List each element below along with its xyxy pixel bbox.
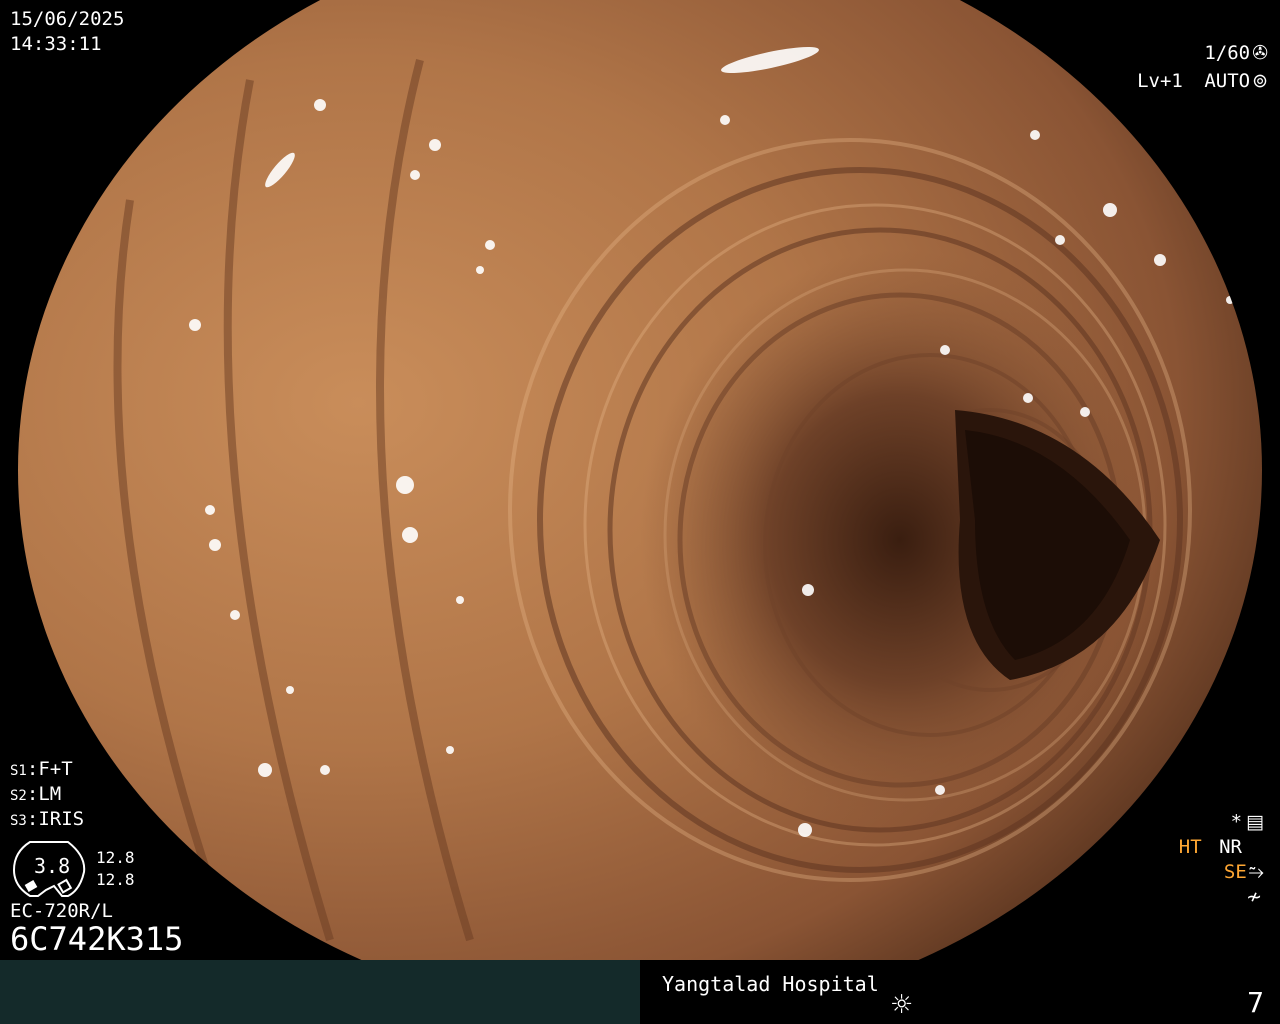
auto-iris-icon: ⊚: [1252, 70, 1268, 92]
enhance-icon: ⥲: [1248, 861, 1264, 883]
scope-serial: 6C742K315: [10, 920, 184, 958]
setting-s2: S2:LM: [10, 783, 62, 805]
date-label: 15/06/2025: [10, 8, 125, 30]
setting-value: LM: [38, 783, 62, 805]
status-row-4: ≁: [1246, 886, 1262, 908]
gauge-value: 3.8: [34, 854, 71, 878]
sun-icon: ☼: [890, 990, 914, 1020]
gauge-right-top: 12.8: [96, 848, 135, 867]
setting-key: S3: [10, 813, 27, 829]
ht-indicator: HT: [1178, 836, 1202, 858]
settings-icon: ▤: [1246, 811, 1264, 833]
bottom-bar-left: [0, 960, 640, 1024]
aperture-icon: ✇: [1252, 42, 1268, 64]
setting-s1: S1:F+T: [10, 758, 73, 780]
setting-s3: S3:IRIS: [10, 808, 85, 830]
bottom-bar-right: Yangtalad Hospital ☼ 7: [640, 960, 1280, 1024]
shutter-display: 1/60 ✇: [1204, 42, 1268, 64]
setting-value: IRIS: [38, 808, 85, 830]
setting-key: S1: [10, 763, 27, 779]
nr-indicator: NR: [1219, 836, 1242, 858]
image-number: 7: [1247, 986, 1264, 1019]
star-indicator: *: [1230, 811, 1243, 833]
status-row-2: HT NR: [1179, 836, 1242, 858]
gauge-right-bottom: 12.8: [96, 870, 135, 889]
shutter-value: 1/60: [1204, 42, 1251, 64]
time-label: 14:33:11: [10, 33, 102, 55]
hospital-name: Yangtalad Hospital: [662, 972, 879, 996]
setting-key: S2: [10, 788, 27, 804]
status-row-3: SE ⥲: [1224, 861, 1264, 883]
endoscope-image: [0, 0, 1280, 960]
se-indicator: SE: [1223, 861, 1247, 883]
status-row-1: * ▤: [1231, 811, 1264, 833]
level-value: Lv+1: [1137, 70, 1183, 92]
scope-model: EC-720R/L: [10, 900, 113, 922]
bottom-bar: Yangtalad Hospital ☼ 7: [0, 960, 1280, 1024]
freeze-icon: ≁: [1246, 886, 1262, 908]
mode-display: Lv+1 AUTO ⊚: [1137, 70, 1268, 92]
setting-value: F+T: [38, 758, 73, 780]
mode-value: AUTO: [1204, 70, 1251, 92]
